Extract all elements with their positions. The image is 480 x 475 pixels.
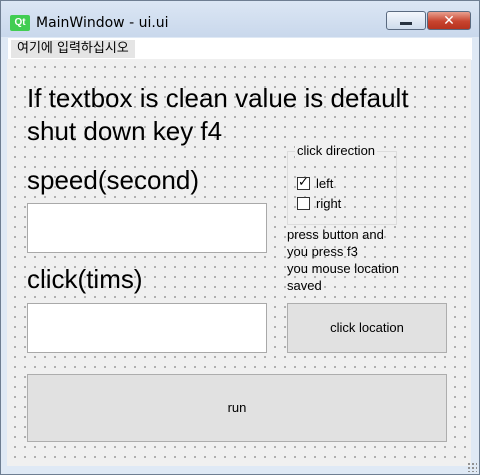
menu-bar: 여기에 입력하십시오 <box>8 38 472 60</box>
click-location-button[interactable]: click location <box>287 303 447 353</box>
note-line: saved <box>287 278 322 293</box>
qt-app-icon: Qt <box>10 15 30 31</box>
speed-label: speed(second) <box>27 165 199 195</box>
window-title: MainWindow - ui.ui <box>36 15 169 31</box>
speed-input[interactable] <box>27 203 267 253</box>
close-icon: ✕ <box>443 12 455 28</box>
minimize-button[interactable] <box>386 11 426 30</box>
note-line: you press f3 <box>287 244 358 259</box>
instruction-note: press button and you press f3 you mouse … <box>287 226 399 294</box>
click-direction-title: click direction <box>295 143 378 158</box>
close-button[interactable]: ✕ <box>427 11 471 30</box>
click-count-label: click(tims) <box>27 264 143 294</box>
note-line: press button and <box>287 227 384 242</box>
menu-item-placeholder[interactable]: 여기에 입력하십시오 <box>11 40 135 58</box>
heading-line-2: shut down key f4 <box>27 116 223 146</box>
run-button-label: run <box>227 400 247 415</box>
checkbox-right-label: right <box>316 196 342 212</box>
click-location-button-label: click location <box>330 320 404 335</box>
resize-grip-icon[interactable] <box>467 462 477 472</box>
checkbox-right-box[interactable] <box>297 197 310 211</box>
checkbox-right[interactable]: right <box>297 195 341 211</box>
title-bar[interactable]: Qt MainWindow - ui.ui ✕ <box>1 1 479 37</box>
run-button[interactable]: run <box>27 374 447 442</box>
heading-line-1: If textbox is clean value is default <box>27 83 409 113</box>
check-icon: ✓ <box>298 174 309 190</box>
checkbox-left-label: left <box>316 176 334 192</box>
minimize-icon <box>400 22 412 25</box>
checkbox-left[interactable]: ✓ left <box>297 175 333 191</box>
click-count-input[interactable] <box>27 303 267 353</box>
note-line: you mouse location <box>287 261 400 276</box>
checkbox-left-box[interactable]: ✓ <box>297 174 310 191</box>
